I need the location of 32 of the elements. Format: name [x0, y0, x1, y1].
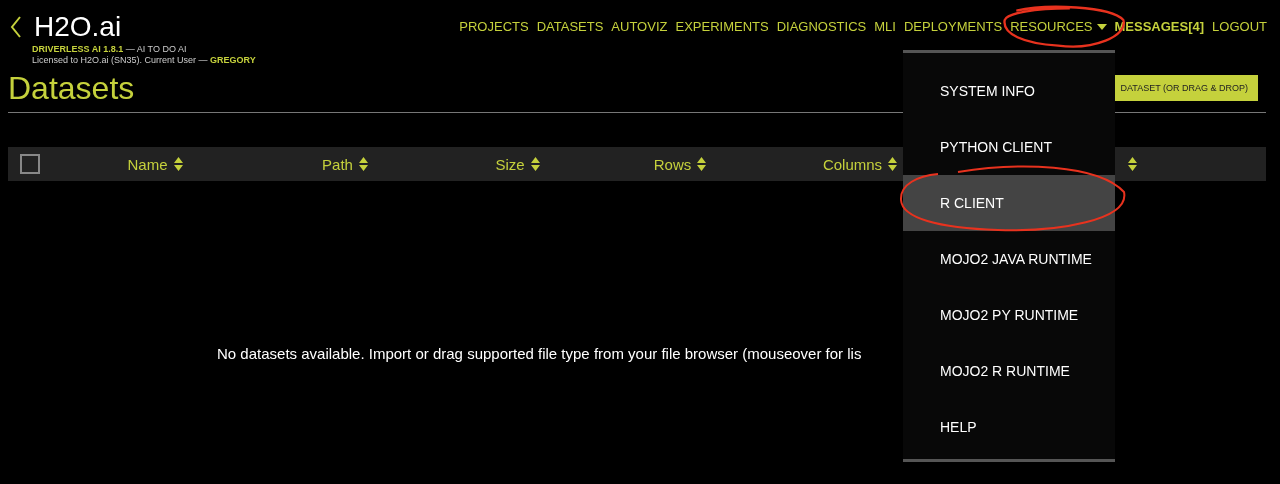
- menu-item[interactable]: HELP: [903, 399, 1115, 455]
- logo: H2O.ai: [34, 10, 122, 44]
- product-line: DRIVERLESS AI 1.8.1 — AI TO DO AI: [32, 44, 188, 55]
- nav-link[interactable]: LOGOUT: [1212, 19, 1267, 34]
- menu-item[interactable]: MOJO2 R RUNTIME: [903, 343, 1115, 399]
- nav-link[interactable]: DIAGNOSTICS: [776, 19, 867, 34]
- column-header[interactable]: Path: [250, 155, 440, 173]
- nav-link[interactable]: DEPLOYMENTS: [903, 19, 1003, 34]
- nav-link[interactable]: DATASETS: [536, 19, 604, 34]
- nav-link[interactable]: PROJECTS: [459, 19, 529, 34]
- menu-item[interactable]: MOJO2 PY RUNTIME: [903, 287, 1115, 343]
- back-chevron-icon[interactable]: [10, 15, 22, 39]
- sort-icon[interactable]: [697, 157, 707, 171]
- nav-link[interactable]: RESOURCES: [1010, 19, 1107, 34]
- page-title: Datasets: [8, 70, 135, 106]
- sort-icon[interactable]: [530, 157, 540, 171]
- empty-message: No datasets available. Import or drag supported file type from your file browser (mouseover for lis: [217, 345, 862, 362]
- menu-item[interactable]: R CLIENT: [903, 175, 1115, 231]
- sort-icon[interactable]: [358, 157, 368, 171]
- column-header[interactable]: Size: [440, 155, 595, 173]
- license-line: Licensed to H2O.ai (SN35). Current User — GREGORY: [32, 55, 256, 66]
- nav-link[interactable]: EXPERIMENTS: [675, 19, 769, 34]
- sort-icon[interactable]: [1128, 157, 1137, 171]
- caret-icon: [1096, 23, 1107, 30]
- sort-icon[interactable]: [173, 157, 183, 171]
- nav-link[interactable]: MLI: [874, 19, 896, 34]
- nav-link[interactable]: AUTOVIZ: [611, 19, 668, 34]
- sort-icon[interactable]: [888, 157, 898, 171]
- column-header[interactable]: Name: [60, 155, 250, 173]
- menu-item[interactable]: MOJO2 JAVA RUNTIME: [903, 231, 1115, 287]
- column-header[interactable]: Rows: [595, 155, 765, 173]
- checkbox[interactable]: [20, 154, 40, 174]
